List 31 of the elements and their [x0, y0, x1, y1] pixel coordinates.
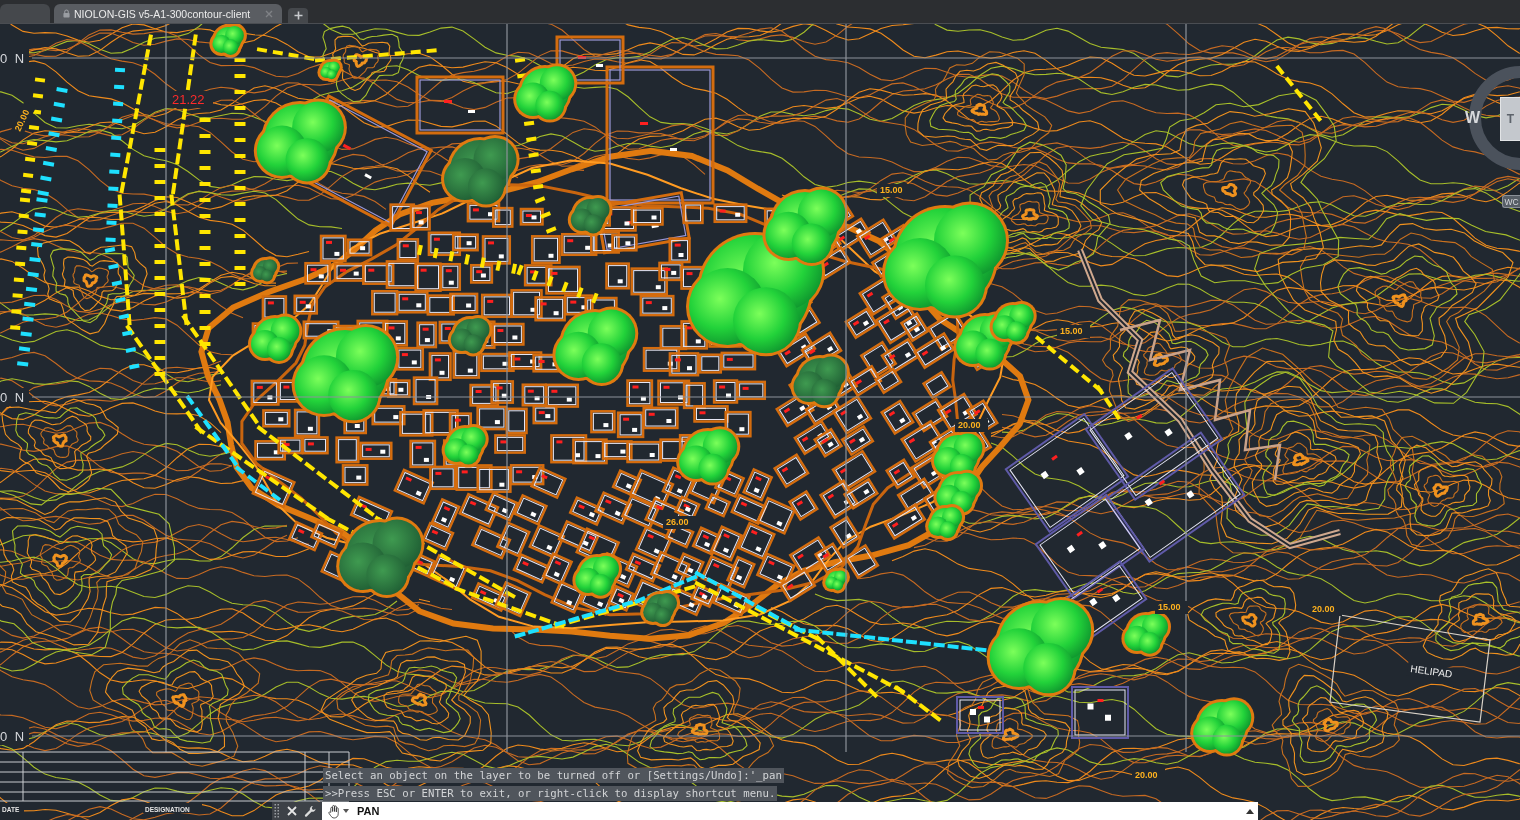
- close-icon: [287, 806, 297, 816]
- compass-direction-label[interactable]: W: [1465, 109, 1481, 127]
- grid-coordinate-label: 0 N: [0, 729, 27, 744]
- caret-up-icon: [1246, 808, 1254, 814]
- viewcube-compass-ring[interactable]: [1466, 64, 1520, 172]
- wrench-icon: [303, 804, 317, 818]
- contour-height-label: 15.00: [1158, 602, 1181, 612]
- area-name-label: HELIPAD: [1409, 663, 1453, 680]
- drawing-tab[interactable]: NIOLON-GIS v5-A1-300contour-client: [54, 4, 283, 23]
- grip-handle-icon[interactable]: [274, 803, 280, 819]
- command-icon-button[interactable]: [322, 802, 353, 820]
- new-tab-button[interactable]: [288, 8, 309, 23]
- contour-height-label: 20.00: [958, 420, 981, 430]
- spot-height-label: 21.22: [172, 92, 205, 107]
- plus-icon: [293, 11, 303, 20]
- hand-icon: [328, 803, 341, 819]
- grid-coordinate-label: 0 N: [0, 51, 27, 66]
- contour-height-label: 20.00: [12, 108, 32, 133]
- command-input-field[interactable]: PAN: [353, 802, 1242, 820]
- contour-height-label: 20.00: [1135, 770, 1158, 780]
- contour-height-label: 15.00: [1060, 326, 1083, 336]
- close-icon: [265, 9, 274, 18]
- ucs-menu-button[interactable]: WC: [1502, 195, 1520, 208]
- start-tab[interactable]: [0, 4, 50, 23]
- contour-height-label: 26.00: [666, 517, 689, 527]
- contour-height-label: 20.00: [1312, 604, 1335, 614]
- grid-coordinate-label: 0 N: [0, 390, 27, 405]
- viewcube-face[interactable]: T: [1500, 97, 1520, 141]
- caret-icon: [343, 809, 349, 813]
- contour-height-label: 15.00: [880, 185, 903, 195]
- recent-input-button[interactable]: [1242, 802, 1258, 820]
